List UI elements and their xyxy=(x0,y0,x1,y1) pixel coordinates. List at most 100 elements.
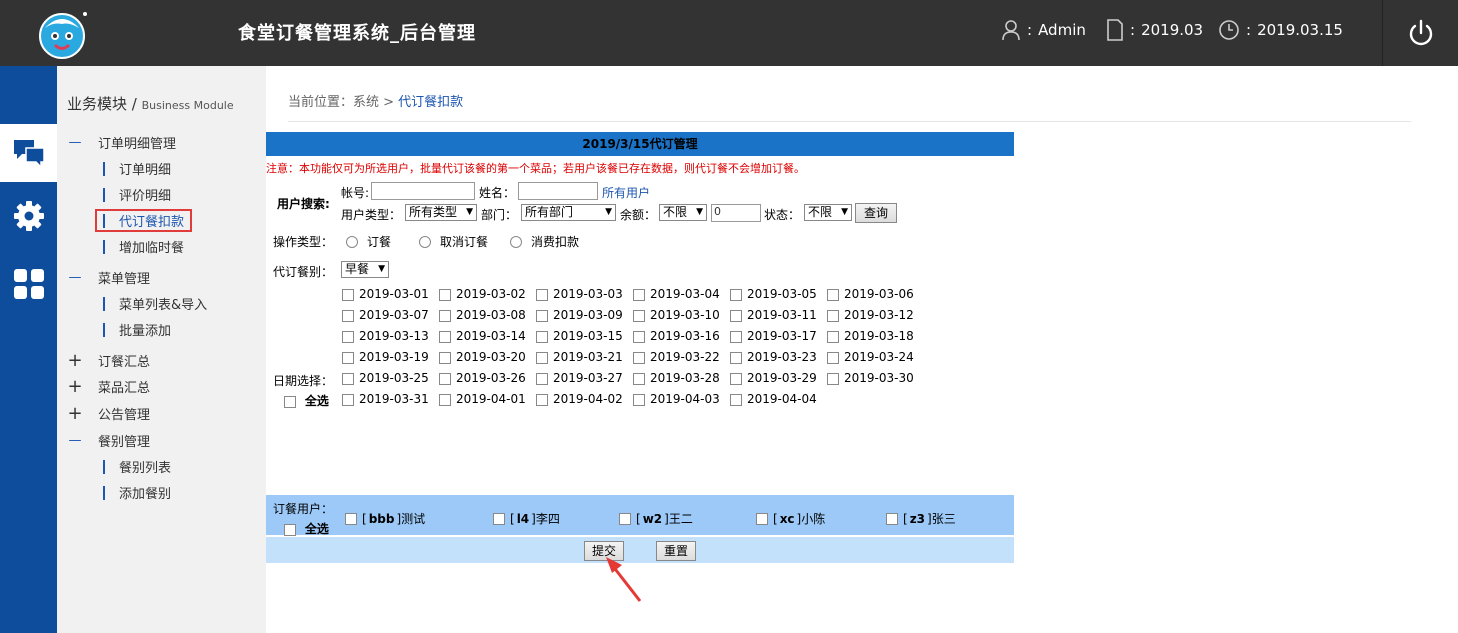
checkbox[interactable] xyxy=(342,351,354,364)
checkbox[interactable] xyxy=(827,309,839,322)
checkbox[interactable] xyxy=(827,351,839,364)
date-checkbox[interactable]: 2019-03-10 xyxy=(633,305,727,326)
sidebar-item-meal-list[interactable]: 餐别列表 xyxy=(103,457,171,476)
checkbox[interactable] xyxy=(342,372,354,385)
checkbox[interactable] xyxy=(439,393,451,406)
checkbox[interactable] xyxy=(730,309,742,322)
user-checkbox-bbb[interactable]: [bbb] 测试 xyxy=(345,510,425,527)
date-checkbox[interactable]: 2019-03-31 xyxy=(342,389,436,410)
name-input[interactable] xyxy=(518,182,598,200)
user-checkbox-w2[interactable]: [w2] 王二 xyxy=(619,510,693,527)
sidebar-item-menu-list[interactable]: 菜单列表&导入 xyxy=(103,294,207,313)
date-checkbox[interactable]: 2019-03-11 xyxy=(730,305,824,326)
date-checkbox[interactable]: 2019-03-28 xyxy=(633,368,727,389)
checkbox[interactable] xyxy=(536,330,548,343)
settings-module-tab[interactable] xyxy=(0,187,57,245)
checkbox[interactable] xyxy=(439,372,451,385)
date-checkbox[interactable]: 2019-03-18 xyxy=(827,326,921,347)
sidebar-item-review-detail[interactable]: 评价明细 xyxy=(103,185,171,204)
date-checkbox[interactable]: 2019-03-08 xyxy=(439,305,533,326)
checkbox[interactable] xyxy=(827,330,839,343)
meal-type-select[interactable]: 早餐 ▼ xyxy=(341,261,389,278)
checkbox[interactable] xyxy=(730,372,742,385)
date-select-all[interactable]: 全选 xyxy=(284,392,329,409)
checkbox[interactable] xyxy=(730,351,742,364)
date-checkbox[interactable]: 2019-03-13 xyxy=(342,326,436,347)
user-checkbox-xc[interactable]: [xc] 小陈 xyxy=(756,510,825,527)
checkbox[interactable] xyxy=(730,330,742,343)
date-checkbox[interactable]: 2019-03-03 xyxy=(536,284,630,305)
sidebar-group-order-detail[interactable]: — 订单明细管理 xyxy=(67,133,177,152)
checkbox[interactable] xyxy=(633,372,645,385)
checkbox[interactable] xyxy=(439,351,451,364)
balance-operator-select[interactable]: 不限 ▼ xyxy=(659,204,707,221)
reset-button[interactable]: 重置 xyxy=(656,541,696,561)
checkbox[interactable] xyxy=(284,395,296,408)
checkbox[interactable] xyxy=(536,309,548,322)
query-button[interactable]: 查询 xyxy=(855,203,897,223)
date-checkbox[interactable]: 2019-03-26 xyxy=(439,368,533,389)
user-checkbox-l4[interactable]: [l4] 李四 xyxy=(493,510,560,527)
sidebar-group-menu[interactable]: — 菜单管理 xyxy=(67,268,151,287)
checkbox[interactable] xyxy=(730,393,742,406)
date-checkbox[interactable]: 2019-03-29 xyxy=(730,368,824,389)
date-checkbox[interactable]: 2019-03-19 xyxy=(342,347,436,368)
account-input[interactable] xyxy=(371,182,475,200)
sidebar-group-dish-summary[interactable]: + 菜品汇总 xyxy=(67,376,150,397)
date-checkbox[interactable]: 2019-03-16 xyxy=(633,326,727,347)
checkbox[interactable] xyxy=(536,351,548,364)
user-checkbox-z3[interactable]: [z3] 张三 xyxy=(886,510,956,527)
date-checkbox[interactable]: 2019-03-05 xyxy=(730,284,824,305)
checkbox[interactable] xyxy=(633,393,645,406)
date-checkbox[interactable]: 2019-04-01 xyxy=(439,389,533,410)
sidebar-item-order-detail[interactable]: 订单明细 xyxy=(103,159,171,178)
date-checkbox[interactable]: 2019-03-12 xyxy=(827,305,921,326)
date-checkbox[interactable]: 2019-03-25 xyxy=(342,368,436,389)
date-checkbox[interactable]: 2019-03-17 xyxy=(730,326,824,347)
date-checkbox[interactable]: 2019-04-02 xyxy=(536,389,630,410)
checkbox[interactable] xyxy=(342,288,354,301)
sidebar-item-add-temp-meal[interactable]: 增加临时餐 xyxy=(103,237,184,256)
sidebar-group-order-summary[interactable]: + 订餐汇总 xyxy=(67,350,150,371)
date-checkbox[interactable]: 2019-03-24 xyxy=(827,347,921,368)
checkbox[interactable] xyxy=(536,372,548,385)
checkbox[interactable] xyxy=(342,330,354,343)
date-checkbox[interactable]: 2019-03-09 xyxy=(536,305,630,326)
sidebar-item-add-meal[interactable]: 添加餐别 xyxy=(103,483,171,502)
checkbox[interactable] xyxy=(633,288,645,301)
date-checkbox[interactable]: 2019-03-02 xyxy=(439,284,533,305)
date-checkbox[interactable]: 2019-03-21 xyxy=(536,347,630,368)
sidebar-group-meal-type[interactable]: — 餐别管理 xyxy=(67,431,151,450)
checkbox[interactable] xyxy=(827,288,839,301)
checkbox[interactable] xyxy=(633,351,645,364)
status-select[interactable]: 不限 ▼ xyxy=(804,204,852,221)
date-checkbox[interactable]: 2019-03-15 xyxy=(536,326,630,347)
radio-order[interactable]: 订餐 xyxy=(346,233,391,250)
checkbox[interactable] xyxy=(439,309,451,322)
checkbox[interactable] xyxy=(439,288,451,301)
date-checkbox[interactable]: 2019-03-20 xyxy=(439,347,533,368)
balance-input[interactable]: 0 xyxy=(711,204,761,222)
dept-select[interactable]: 所有部门 ▼ xyxy=(521,204,616,221)
power-button[interactable] xyxy=(1382,0,1458,66)
checkbox[interactable] xyxy=(536,393,548,406)
sidebar-group-notice[interactable]: + 公告管理 xyxy=(67,403,150,424)
date-checkbox[interactable]: 2019-03-14 xyxy=(439,326,533,347)
date-checkbox[interactable]: 2019-03-27 xyxy=(536,368,630,389)
sidebar-item-proxy-order-deduct[interactable]: 代订餐扣款 xyxy=(95,209,193,232)
date-checkbox[interactable]: 2019-03-01 xyxy=(342,284,436,305)
checkbox[interactable] xyxy=(284,523,296,536)
date-checkbox[interactable]: 2019-04-04 xyxy=(730,389,824,410)
apps-module-tab[interactable] xyxy=(0,255,57,313)
breadcrumb-current[interactable]: 代订餐扣款 xyxy=(398,95,463,110)
business-module-tab[interactable] xyxy=(0,124,57,182)
all-users-link[interactable]: 所有用户 xyxy=(602,184,650,201)
checkbox[interactable] xyxy=(730,288,742,301)
checkbox[interactable] xyxy=(342,393,354,406)
sidebar-item-batch-add[interactable]: 批量添加 xyxy=(103,320,171,339)
users-select-all[interactable]: 全选 xyxy=(284,520,329,537)
checkbox[interactable] xyxy=(342,309,354,322)
date-checkbox[interactable]: 2019-03-07 xyxy=(342,305,436,326)
checkbox[interactable] xyxy=(633,330,645,343)
date-checkbox[interactable]: 2019-03-22 xyxy=(633,347,727,368)
